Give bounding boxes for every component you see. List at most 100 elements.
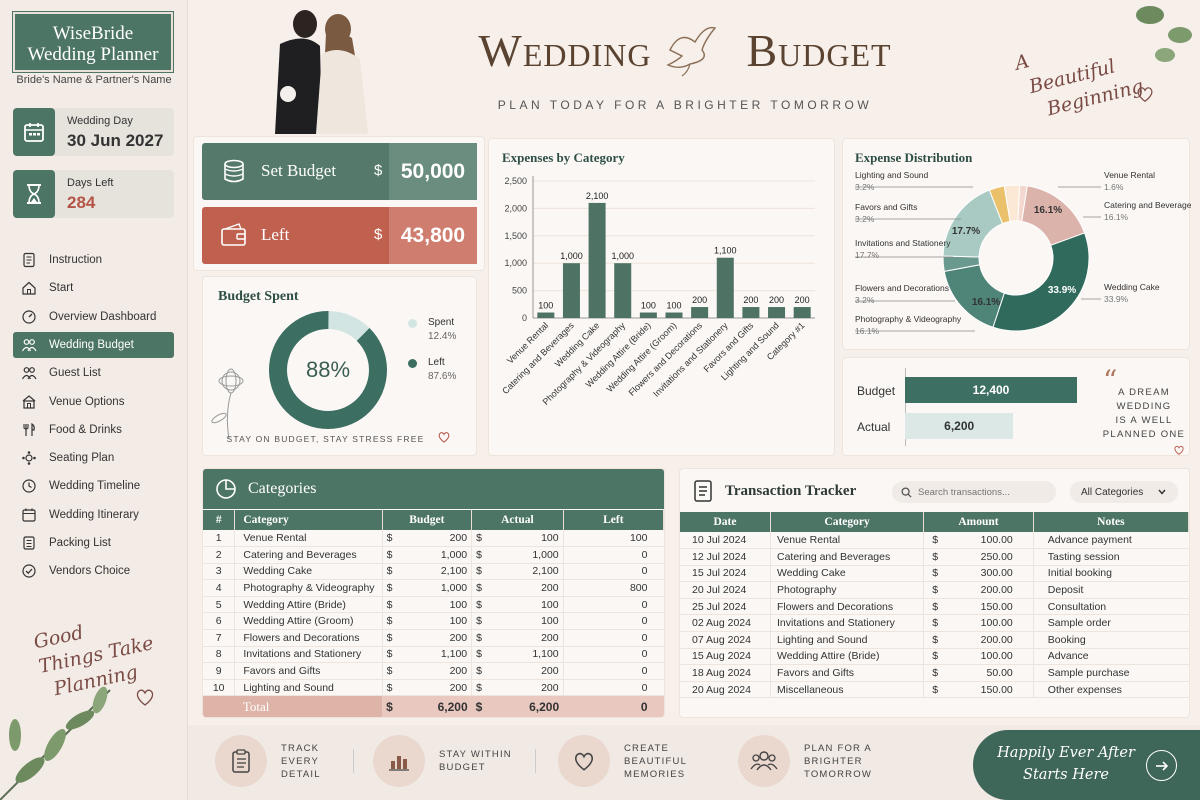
- pie-label-pct: 33.9%: [1104, 294, 1129, 304]
- calendar-icon: [22, 508, 36, 522]
- sidebar-item-venue-options[interactable]: Venue Options: [13, 389, 174, 415]
- table-row: 25 Jul 2024 Flowers and Decorations $150.0…: [680, 598, 1189, 616]
- budget-value: 1,000: [440, 548, 468, 561]
- sidebar-item-food-drinks[interactable]: Food & Drinks: [13, 417, 174, 443]
- dashboard-icon: [22, 309, 36, 324]
- sidebar-item-start[interactable]: Start: [13, 275, 174, 301]
- spent-value: 12.4%: [428, 331, 457, 342]
- pie-label-pct: 3.2%: [855, 182, 875, 192]
- people-icon: [21, 338, 37, 352]
- table-row: 3 Wedding Cake $2,100 $2,100 0: [203, 563, 664, 581]
- search-input[interactable]: [918, 486, 1048, 498]
- bar: [537, 312, 555, 318]
- tx-notes: Consultation: [1033, 598, 1189, 616]
- category-name: Wedding Attire (Groom): [234, 612, 383, 631]
- row-number: 10: [203, 679, 236, 697]
- currency: $: [932, 633, 939, 646]
- sidebar-item-label: Vendors Choice: [49, 565, 131, 578]
- home-icon: [22, 281, 36, 295]
- actual-value: 100: [541, 615, 559, 628]
- categories-panel: Categories # Category Budget Actual Left…: [202, 468, 665, 718]
- left-value: 0: [563, 612, 664, 631]
- left-value: 0: [563, 596, 664, 614]
- currency: $: [386, 631, 393, 644]
- sidebar-item-guest-list[interactable]: Guest List: [13, 360, 174, 386]
- footer-text: PLAN FOR A BRIGHTER: [804, 742, 872, 767]
- budget-value: 2,100: [440, 565, 468, 578]
- currency: $: [932, 617, 939, 630]
- budget-value: 1,000: [440, 582, 468, 595]
- table-row: 10 Jul 2024 Venue Rental $100.00 Advance pa…: [680, 532, 1189, 550]
- total-label: Total: [234, 695, 383, 717]
- pie-label-name: Wedding Cake: [1104, 282, 1160, 292]
- distribution-panel: Expense Distribution 16.1% 17.7% 16.1% 33.9…: [842, 138, 1191, 350]
- currency: $: [386, 598, 393, 611]
- search-box[interactable]: [892, 481, 1056, 503]
- tx-amount: 200.00: [980, 584, 1013, 597]
- currency: $: [932, 683, 939, 696]
- sidebar-item-overview-dashboard[interactable]: Overview Dashboard: [13, 304, 174, 330]
- filter-value: All Categories: [1081, 486, 1144, 498]
- currency: $: [932, 584, 939, 597]
- budget-value: 200: [449, 631, 468, 644]
- hourglass-icon: [13, 170, 55, 218]
- currency: $: [386, 665, 393, 678]
- footer-text: MEMORIES: [624, 768, 686, 780]
- bar: [562, 263, 580, 318]
- tx-amount: 300.00: [980, 567, 1013, 580]
- table-row: 18 Aug 2024 Favors and Gifts $50.00 Sample …: [680, 664, 1189, 682]
- tx-date: 20 Aug 2024: [680, 681, 771, 699]
- currency: $: [476, 648, 482, 661]
- footer-text: TOMORROW: [804, 768, 873, 780]
- sidebar-item-vendors-choice[interactable]: Vendors Choice: [13, 558, 174, 584]
- tx-category: Wedding Attire (Bride): [770, 648, 925, 666]
- sidebar-item-wedding-budget[interactable]: Wedding Budget: [13, 331, 174, 358]
- pie-label-name: Flowers and Decorations: [855, 283, 949, 293]
- sidebar-item-packing-list[interactable]: Packing List: [13, 530, 174, 556]
- venue-icon: [22, 394, 36, 409]
- tx-date: 15 Aug 2024: [680, 648, 771, 666]
- tx-date: 02 Aug 2024: [680, 614, 771, 633]
- tx-date: 07 Aug 2024: [680, 631, 771, 649]
- quote-line: PLANNED ONE: [1102, 429, 1186, 440]
- cta-line: Happily Ever After: [997, 745, 1135, 761]
- flower-illustration: [211, 368, 244, 439]
- table-row: 20 Jul 2024 Photography $200.00 Deposit: [680, 581, 1189, 599]
- budget-value: 200: [449, 681, 468, 694]
- currency: $: [386, 532, 393, 545]
- wedding-day-card: Wedding Day 30 Jun 2027: [13, 108, 174, 156]
- row-number: 6: [203, 612, 236, 631]
- table-row: 7 Flowers and Decorations $200 $200 0: [203, 629, 664, 647]
- category-name: Catering and Beverages: [234, 546, 383, 564]
- category-filter-select[interactable]: All Categories: [1070, 481, 1178, 503]
- arrow-right-icon[interactable]: [1146, 750, 1177, 781]
- data-label: 200: [795, 295, 810, 305]
- total-row: Total $6,200 $6,200 0: [203, 695, 664, 717]
- days-left-card: Days Left 284: [13, 170, 174, 218]
- actual-value: 200: [541, 681, 559, 694]
- sidebar-item-wedding-timeline[interactable]: Wedding Timeline: [13, 473, 174, 499]
- tx-notes: Sample purchase: [1033, 664, 1189, 682]
- tx-date: 12 Jul 2024: [680, 548, 771, 566]
- cta-line: Starts Here: [1023, 767, 1109, 783]
- sidebar-item-seating-plan[interactable]: Seating Plan: [13, 445, 174, 471]
- budget-bar: 12,400: [905, 377, 1077, 403]
- actual-value: 100: [541, 532, 559, 545]
- budget-value: 200: [449, 665, 468, 678]
- heart-icon: [136, 689, 154, 706]
- document-icon: [23, 252, 35, 268]
- sidebar-item-label: Instruction: [49, 254, 103, 266]
- cta-banner[interactable]: Happily Ever After Starts Here: [973, 730, 1200, 800]
- footer-text: STAY WITHIN: [439, 749, 512, 760]
- page-subtitle: PLAN TODAY FOR A BRIGHTER TOMORROW: [497, 98, 873, 112]
- sidebar-item-instruction[interactable]: Instruction: [13, 247, 174, 273]
- sidebar-item-wedding-itinerary[interactable]: Wedding Itinerary: [13, 502, 174, 528]
- budget-value: 100: [449, 615, 468, 628]
- search-icon: [901, 486, 912, 498]
- tx-notes: Booking: [1033, 631, 1189, 649]
- actual-value: 1,100: [532, 648, 559, 661]
- table-row: 1 Venue Rental $200 $100 100: [203, 530, 664, 548]
- data-label: 1,000: [611, 251, 634, 261]
- sidebar-item-label: Guest List: [49, 367, 101, 380]
- bar: [665, 312, 683, 318]
